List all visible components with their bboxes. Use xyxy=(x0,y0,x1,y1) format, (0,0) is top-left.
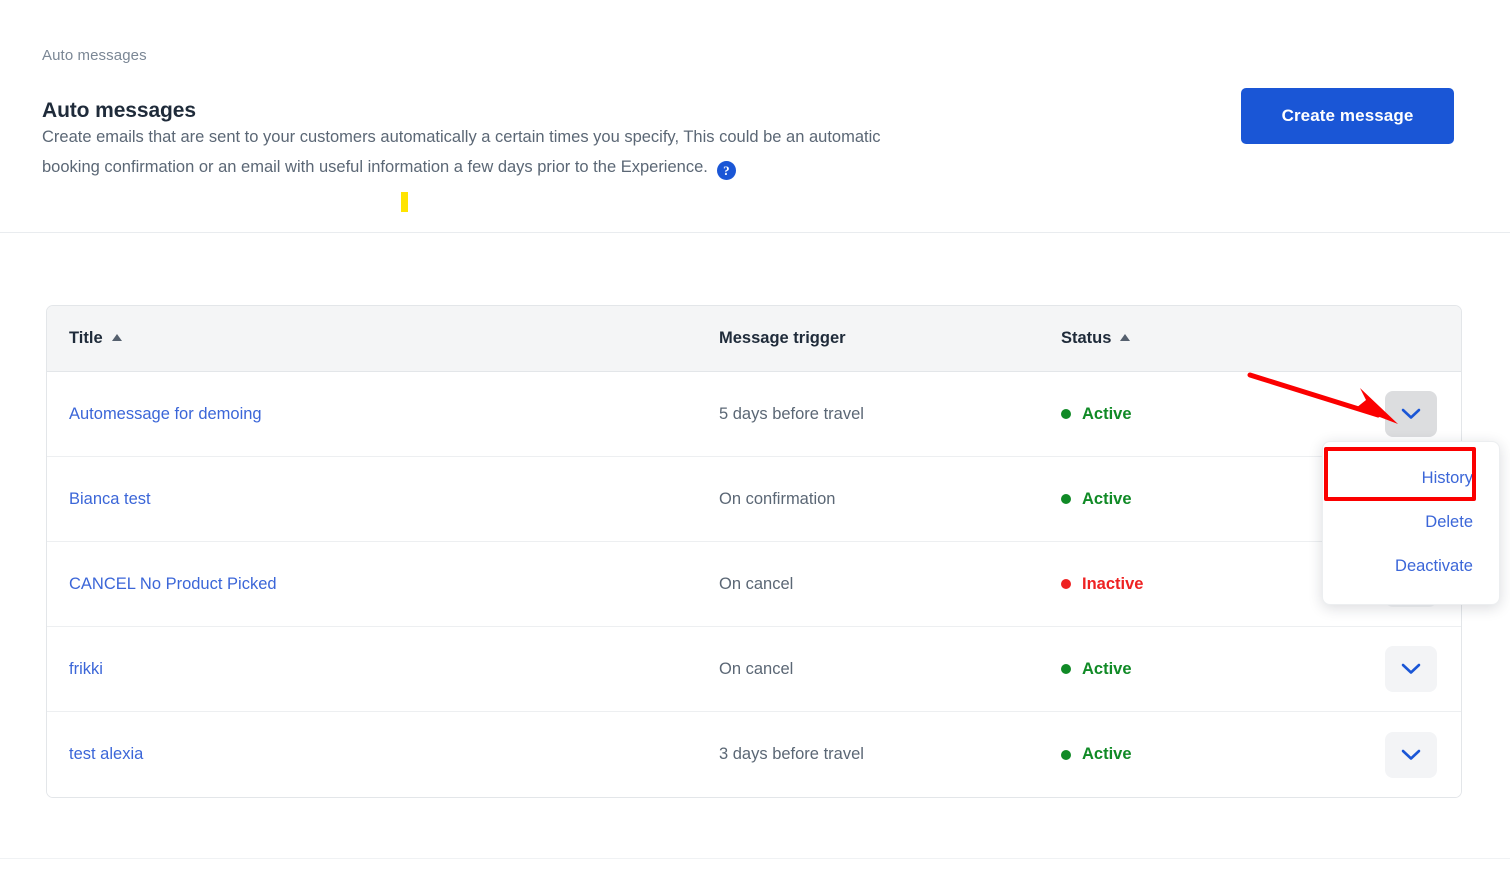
status-label: Active xyxy=(1082,489,1132,508)
bottom-divider xyxy=(0,858,1510,859)
text-cursor-marker xyxy=(401,192,408,212)
dropdown-item-history[interactable]: History xyxy=(1323,456,1499,500)
row-status-cell: Inactive xyxy=(1061,575,1361,594)
create-message-button[interactable]: Create message xyxy=(1241,88,1454,144)
message-trigger-text: On cancel xyxy=(719,574,794,593)
status-badge: Active xyxy=(1061,405,1361,424)
status-label: Inactive xyxy=(1082,574,1144,593)
row-trigger-cell: On confirmation xyxy=(719,490,1061,509)
breadcrumb: Auto messages xyxy=(42,47,147,64)
row-status-cell: Active xyxy=(1061,745,1361,764)
row-actions-cell xyxy=(1361,731,1461,778)
message-title-link[interactable]: Bianca test xyxy=(69,490,151,508)
column-header-status-label: Status xyxy=(1061,329,1112,347)
message-trigger-text: On confirmation xyxy=(719,489,836,508)
status-label: Active xyxy=(1082,745,1132,763)
row-title-cell: test alexia xyxy=(47,745,719,764)
row-actions-menu-button[interactable] xyxy=(1385,391,1437,437)
chevron-down-icon xyxy=(1401,663,1421,674)
row-actions-dropdown-menu: History Delete Deactivate xyxy=(1322,441,1500,605)
sort-ascending-icon xyxy=(1120,334,1131,341)
auto-messages-table: Title Message trigger Status Automessage… xyxy=(46,305,1462,798)
message-trigger-text: 5 days before travel xyxy=(719,404,864,423)
sort-ascending-icon xyxy=(111,334,122,341)
page-description-line-2-wrap: booking confirmation or an email with us… xyxy=(42,152,1162,182)
row-actions-menu-button[interactable] xyxy=(1385,731,1437,778)
dropdown-item-deactivate[interactable]: Deactivate xyxy=(1323,544,1499,588)
table-row: frikki On cancel Active xyxy=(47,627,1461,712)
dropdown-item-delete[interactable]: Delete xyxy=(1323,500,1499,544)
column-header-title-label: Title xyxy=(69,329,103,347)
status-dot-icon xyxy=(1061,664,1071,674)
row-actions-menu-button[interactable] xyxy=(1385,646,1437,692)
table-row: CANCEL No Product Picked On cancel Inact… xyxy=(47,542,1461,627)
row-status-cell: Active xyxy=(1061,660,1361,679)
column-header-message-trigger-label: Message trigger xyxy=(719,329,846,347)
page-description-line-1: Create emails that are sent to your cust… xyxy=(42,128,881,146)
table-row: Bianca test On confirmation Active xyxy=(47,457,1461,542)
row-trigger-cell: On cancel xyxy=(719,660,1061,679)
status-label: Active xyxy=(1082,659,1132,678)
table-row: test alexia 3 days before travel Active xyxy=(47,712,1461,797)
help-icon[interactable]: ? xyxy=(716,161,736,180)
row-trigger-cell: On cancel xyxy=(719,575,1061,594)
page-header: Auto messages Auto messages Create email… xyxy=(0,0,1510,233)
row-actions-cell xyxy=(1361,391,1461,437)
row-title-cell: Bianca test xyxy=(47,490,719,509)
row-status-cell: Active xyxy=(1061,405,1361,424)
status-badge: Inactive xyxy=(1061,575,1361,594)
row-trigger-cell: 5 days before travel xyxy=(719,405,1061,424)
status-label: Active xyxy=(1082,404,1132,423)
row-actions-cell xyxy=(1361,646,1461,692)
chevron-down-icon xyxy=(1401,749,1421,760)
row-title-cell: Automessage for demoing xyxy=(47,405,719,424)
chevron-down-icon xyxy=(1401,408,1421,419)
status-dot-icon xyxy=(1061,494,1071,504)
column-header-status[interactable]: Status xyxy=(1061,329,1361,348)
message-trigger-text: On cancel xyxy=(719,659,794,678)
column-header-message-trigger[interactable]: Message trigger xyxy=(719,329,1061,348)
page-title: Auto messages xyxy=(42,99,196,123)
status-dot-icon xyxy=(1061,579,1071,589)
message-title-link[interactable]: Automessage for demoing xyxy=(69,405,262,423)
status-dot-icon xyxy=(1061,409,1071,419)
column-header-title[interactable]: Title xyxy=(47,329,719,348)
row-status-cell: Active xyxy=(1061,490,1361,509)
table-header-row: Title Message trigger Status xyxy=(47,306,1461,372)
row-title-cell: frikki xyxy=(47,660,719,679)
page-description: Create emails that are sent to your cust… xyxy=(42,122,1162,182)
status-dot-icon xyxy=(1061,749,1071,760)
message-title-link[interactable]: CANCEL No Product Picked xyxy=(69,575,277,593)
row-trigger-cell: 3 days before travel xyxy=(719,745,1061,764)
message-trigger-text: 3 days before travel xyxy=(719,745,864,763)
table-row: Automessage for demoing 5 days before tr… xyxy=(47,372,1461,457)
status-badge: Active xyxy=(1061,745,1361,764)
row-title-cell: CANCEL No Product Picked xyxy=(47,575,719,594)
status-badge: Active xyxy=(1061,490,1361,509)
message-title-link[interactable]: test alexia xyxy=(69,745,143,763)
page-description-line-2: booking confirmation or an email with us… xyxy=(42,158,708,176)
status-badge: Active xyxy=(1061,660,1361,679)
message-title-link[interactable]: frikki xyxy=(69,660,103,678)
